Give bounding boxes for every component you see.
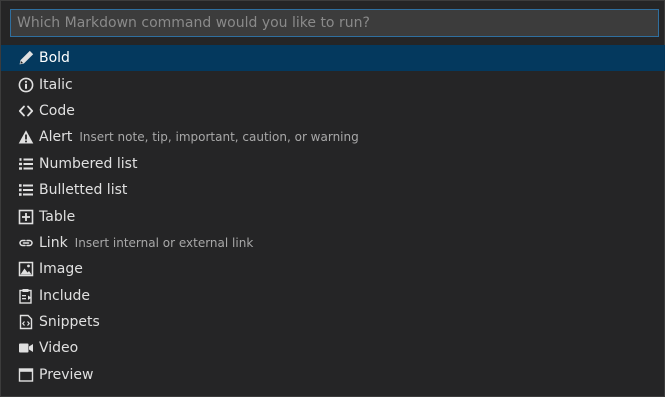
- command-item-bulleted-list[interactable]: Bulletted list: [1, 177, 665, 203]
- include-clipboard-icon: [17, 287, 35, 305]
- link-icon: [17, 234, 35, 252]
- command-item-image[interactable]: Image: [1, 256, 665, 282]
- snippet-file-icon: [17, 313, 35, 331]
- command-description: Insert note, tip, important, caution, or…: [79, 130, 359, 145]
- video-camera-icon: [17, 339, 35, 357]
- bulleted-list-icon: [17, 181, 35, 199]
- command-list: Bold Italic Code Alert Insert note, tip,…: [1, 45, 665, 388]
- command-label: Bulletted list: [39, 182, 128, 199]
- code-brackets-icon: [17, 102, 35, 120]
- command-item-italic[interactable]: Italic: [1, 71, 665, 97]
- command-item-preview[interactable]: Preview: [1, 362, 665, 388]
- image-icon: [17, 260, 35, 278]
- command-item-alert[interactable]: Alert Insert note, tip, important, cauti…: [1, 124, 665, 150]
- table-plus-icon: [17, 208, 35, 226]
- pencil-icon: [17, 49, 35, 67]
- command-item-numbered-list[interactable]: Numbered list: [1, 151, 665, 177]
- command-label: Bold: [39, 50, 70, 67]
- numbered-list-icon: [17, 155, 35, 173]
- command-label: Snippets: [39, 314, 100, 331]
- command-item-include[interactable]: Include: [1, 283, 665, 309]
- command-item-snippets[interactable]: Snippets: [1, 309, 665, 335]
- command-label: Italic: [39, 76, 73, 93]
- search-input-container[interactable]: [10, 9, 659, 37]
- command-item-bold[interactable]: Bold: [1, 45, 665, 72]
- command-label: Numbered list: [39, 155, 138, 172]
- command-label: Link: [39, 234, 68, 251]
- command-label: Code: [39, 102, 75, 119]
- command-label: Preview: [39, 366, 94, 383]
- command-search-input[interactable]: [11, 10, 658, 36]
- command-item-code[interactable]: Code: [1, 98, 665, 124]
- command-item-link[interactable]: Link Insert internal or external link: [1, 230, 665, 256]
- warning-triangle-icon: [17, 128, 35, 146]
- command-item-table[interactable]: Table: [1, 203, 665, 229]
- command-palette: Bold Italic Code Alert Insert note, tip,…: [0, 0, 665, 397]
- command-label: Image: [39, 261, 83, 278]
- info-circle-icon: [17, 76, 35, 94]
- command-item-video[interactable]: Video: [1, 335, 665, 361]
- preview-window-icon: [17, 366, 35, 384]
- command-label: Include: [39, 287, 90, 304]
- command-label: Video: [39, 340, 79, 357]
- command-label: Alert: [39, 129, 73, 146]
- command-label: Table: [39, 208, 76, 225]
- command-description: Insert internal or external link: [74, 235, 254, 250]
